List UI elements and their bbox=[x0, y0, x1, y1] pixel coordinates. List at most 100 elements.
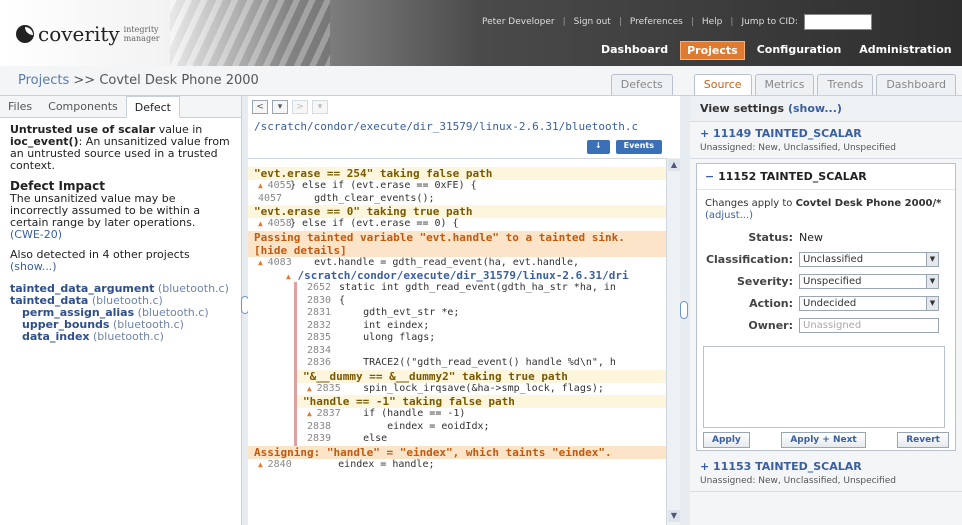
event-item[interactable]: data_index (bluetooth.c) bbox=[10, 331, 231, 343]
classification-select[interactable]: Unclassified ▼ bbox=[799, 251, 939, 267]
nav-dashboard[interactable]: Dashboard bbox=[595, 41, 674, 60]
tainted-event-annotation[interactable]: Passing tainted variable "evt.handle" to… bbox=[248, 230, 666, 257]
code-line: ▲ 2840 eindex = handle; bbox=[258, 458, 435, 470]
occurrence-status: Unassigned: New, Unclassified, Unspecifi… bbox=[700, 476, 896, 486]
user-name: Peter Developer bbox=[482, 17, 555, 27]
view-settings-label: View settings bbox=[700, 102, 785, 115]
action-select[interactable]: Undecided ▼ bbox=[799, 295, 939, 311]
apply-button[interactable]: Apply bbox=[703, 432, 750, 448]
cwe-link[interactable]: (CWE-20) bbox=[10, 228, 62, 241]
forward-dropdown-icon[interactable]: ▾ bbox=[312, 100, 328, 114]
apply-next-button[interactable]: Apply + Next bbox=[781, 432, 866, 448]
right-splitter-grip[interactable] bbox=[680, 301, 688, 319]
events-button[interactable]: Events bbox=[615, 140, 662, 154]
revert-button[interactable]: Revert bbox=[897, 432, 949, 448]
breadcrumb-projects-link[interactable]: Projects bbox=[18, 73, 69, 88]
adjust-link[interactable]: (adjust...) bbox=[705, 210, 753, 221]
dropdown-arrow-icon: ▼ bbox=[926, 296, 938, 310]
event-annotation: "evt.erase == 0" taking true path bbox=[248, 205, 666, 218]
tab-files[interactable]: Files bbox=[0, 96, 40, 117]
jump-to-cid-input[interactable] bbox=[803, 14, 872, 30]
owner-input[interactable]: Unassigned bbox=[799, 317, 939, 333]
view-settings-show-link[interactable]: (show...) bbox=[788, 102, 842, 115]
code-line: 2832 int eindex; bbox=[307, 319, 430, 331]
preferences-link[interactable]: Preferences bbox=[630, 17, 683, 27]
tab-metrics[interactable]: Metrics bbox=[754, 74, 815, 95]
dropdown-arrow-icon: ▼ bbox=[926, 274, 938, 288]
code-line: 2831 gdth_evt_str *e; bbox=[307, 307, 460, 318]
tab-defect[interactable]: Defect bbox=[125, 96, 180, 118]
tab-source[interactable]: Source bbox=[693, 74, 752, 95]
defect-impact-title: Defect Impact bbox=[10, 179, 105, 193]
severity-select[interactable]: Unspecified ▼ bbox=[799, 273, 939, 289]
triage-buttons: Apply Apply + Next Revert bbox=[703, 432, 949, 448]
occurrence-item[interactable]: + 11149 TAINTED_SCALAR Unassigned: New, … bbox=[690, 122, 962, 159]
help-link[interactable]: Help bbox=[702, 17, 723, 27]
nav-configuration[interactable]: Configuration bbox=[751, 41, 848, 60]
right-splitter[interactable] bbox=[680, 96, 690, 525]
collapse-icon[interactable]: − bbox=[705, 170, 714, 183]
source-buttons: ↓ Events bbox=[586, 140, 662, 154]
action-row: Action: Undecided ▼ bbox=[697, 292, 955, 314]
occurrence-title: + 11153 TAINTED_SCALAR bbox=[700, 460, 862, 473]
jump-to-cid-label: Jump to CID: bbox=[741, 17, 798, 27]
view-settings: View settings (show...) bbox=[690, 96, 962, 122]
also-detected-show-link[interactable]: (show...) bbox=[10, 260, 57, 273]
code-line: ▲ 4083 evt.handle = gdth_read_event(ha, … bbox=[258, 256, 579, 268]
scroll-up-icon[interactable]: ▲ bbox=[668, 159, 680, 171]
scroll-down-icon[interactable]: ▼ bbox=[668, 510, 680, 522]
tab-components[interactable]: Components bbox=[40, 96, 126, 117]
status-value: New bbox=[799, 230, 823, 244]
app-header: coverity integrity manager Peter Develop… bbox=[0, 0, 962, 66]
forward-button[interactable]: > bbox=[292, 100, 308, 114]
utility-nav: Peter Developer | Sign out | Preferences… bbox=[482, 14, 872, 30]
tab-trends[interactable]: Trends bbox=[817, 74, 874, 95]
collapse-icon[interactable]: ▲ bbox=[286, 272, 291, 281]
event-annotation: "handle == -1" taking false path bbox=[297, 395, 666, 408]
nav-projects[interactable]: Projects bbox=[680, 41, 745, 60]
nested-source: 2652 static int gdth_read_event(gdth_ha_s… bbox=[294, 282, 666, 446]
code-line: ▲ 2837 if (handle == -1) bbox=[307, 408, 466, 419]
header-decoration bbox=[170, 0, 330, 66]
source-toolbar: < ▾ > ▾ bbox=[248, 96, 680, 118]
occurrence-title: + 11149 TAINTED_SCALAR bbox=[700, 127, 862, 140]
code-line: ▲ 4055} else if (evt.erase == 0xFE) { bbox=[258, 180, 477, 191]
owner-row: Owner: Unassigned bbox=[697, 314, 955, 336]
selected-occurrence-card: − 11152 TAINTED_SCALAR Changes apply to … bbox=[696, 163, 956, 451]
source-scrollbar[interactable]: ▲ ▼ bbox=[666, 158, 680, 525]
source-code: "evt.erase == 254" taking false path ▲ 4… bbox=[248, 158, 666, 525]
sign-out-link[interactable]: Sign out bbox=[574, 17, 611, 27]
tab-defects[interactable]: Defects bbox=[610, 74, 673, 95]
severity-row: Severity: Unspecified ▼ bbox=[697, 270, 955, 292]
coverity-logo[interactable]: coverity integrity manager bbox=[16, 22, 174, 46]
occurrence-item[interactable]: + 11153 TAINTED_SCALAR Unassigned: New, … bbox=[690, 455, 962, 492]
defect-impact-text: The unsanitized value may be incorrectly… bbox=[10, 192, 201, 229]
back-button[interactable]: < bbox=[252, 100, 268, 114]
nav-administration[interactable]: Administration bbox=[853, 41, 957, 60]
changes-apply-text: Changes apply to Covtel Desk Phone 2000/… bbox=[705, 198, 942, 221]
occurrence-status: Unassigned: New, Unclassified, Unspecifi… bbox=[700, 143, 896, 153]
source-pane: < ▾ > ▾ /scratch/condor/execute/dir_3157… bbox=[248, 96, 680, 525]
status-label: Status: bbox=[748, 230, 793, 244]
view-tabs: Defects Source Metrics Trends Dashboard bbox=[610, 74, 956, 95]
comment-textarea[interactable] bbox=[703, 346, 945, 428]
triage-pane: View settings (show...) + 11149 TAINTED_… bbox=[690, 96, 962, 525]
code-line: 2839 else bbox=[307, 433, 388, 444]
also-detected: Also detected in 4 other projects (show.… bbox=[10, 249, 231, 273]
event-marker-icon: ▲ bbox=[258, 181, 268, 190]
code-line: ▲ 4058} else if (evt.erase == 0) { bbox=[258, 218, 459, 229]
defect-summary: Untrusted use of scalar value in ioc_eve… bbox=[10, 124, 231, 172]
back-dropdown-icon[interactable]: ▾ bbox=[272, 100, 288, 114]
breadcrumb-separator: >> bbox=[69, 73, 100, 88]
left-tabs: Files Components Defect bbox=[0, 96, 241, 118]
selected-occurrence-title[interactable]: − 11152 TAINTED_SCALAR bbox=[697, 164, 955, 190]
action-label: Action: bbox=[749, 296, 793, 310]
nested-file-path[interactable]: ▲ /scratch/condor/execute/dir_31579/linu… bbox=[248, 269, 666, 282]
brand-tagline: integrity manager bbox=[123, 25, 160, 43]
next-event-button[interactable]: ↓ bbox=[586, 140, 610, 154]
tab-dashboard[interactable]: Dashboard bbox=[876, 74, 956, 95]
left-pane: Files Components Defect Untrusted use of… bbox=[0, 96, 242, 525]
breadcrumb-bar: Projects >> Covtel Desk Phone 2000 Defec… bbox=[0, 66, 962, 96]
event-annotation: "&__dummy == &__dummy2" taking true path bbox=[297, 369, 666, 383]
code-line: 2838 eindex = eoidIdx; bbox=[307, 420, 490, 432]
